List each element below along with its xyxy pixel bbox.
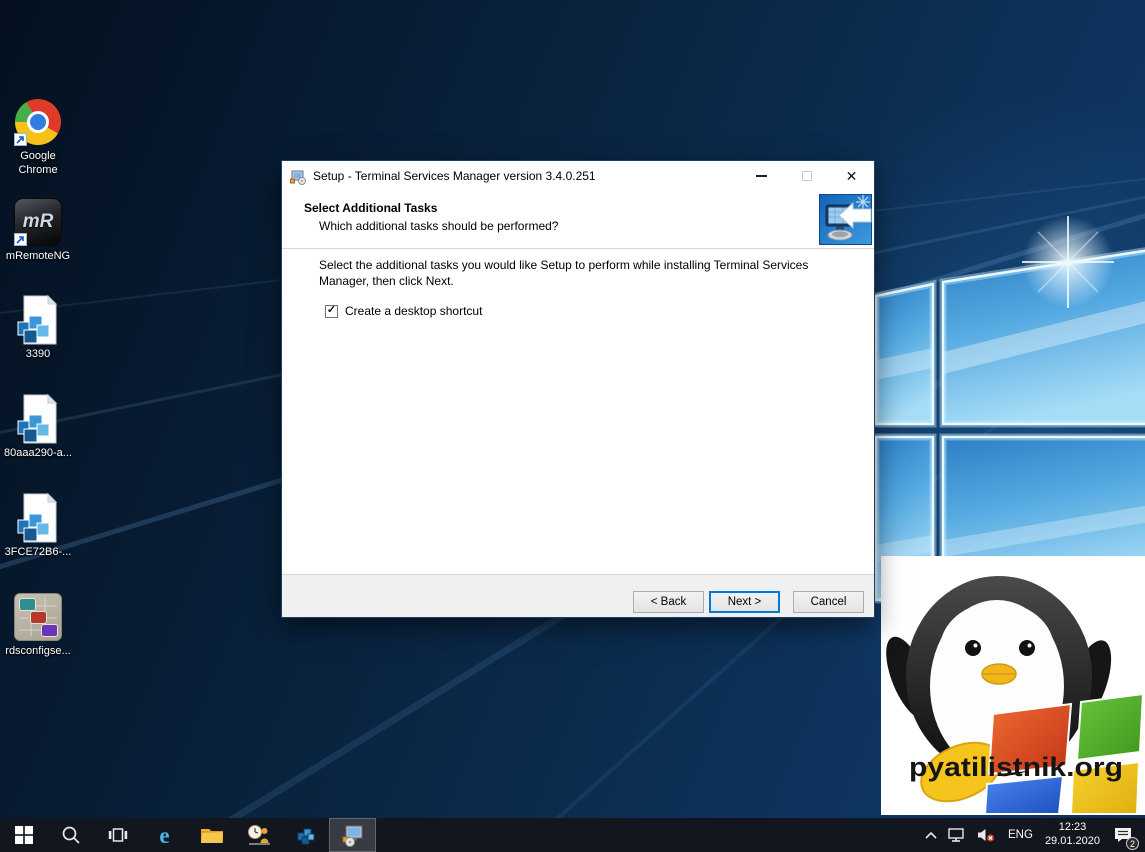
instruction-text: Select the additional tasks you would li… bbox=[319, 257, 837, 289]
windows-logo-icon bbox=[15, 826, 33, 844]
taskbar-item-app-clock[interactable] bbox=[235, 818, 282, 852]
minimize-button[interactable] bbox=[739, 161, 784, 191]
desktop: Google Chrome mR mRemoteNG 3390 bbox=[0, 0, 1145, 852]
setup-wizard-window: Setup - Terminal Services Manager versio… bbox=[281, 160, 875, 618]
network-icon bbox=[947, 827, 967, 843]
desktop-icon-rdsconfig[interactable]: rdsconfigse... bbox=[0, 591, 76, 659]
desktop-icon-label: 80aaa290-a... bbox=[0, 447, 76, 461]
volume-muted-icon bbox=[976, 827, 996, 843]
desktop-icon-google-chrome[interactable]: Google Chrome bbox=[0, 96, 76, 178]
installer-file-icon bbox=[12, 393, 64, 445]
page-title: Select Additional Tasks bbox=[304, 201, 437, 215]
mremoteng-logo-text: mR bbox=[23, 211, 54, 233]
clock-person-icon bbox=[247, 824, 271, 846]
create-desktop-shortcut-option[interactable]: ✓ Create a desktop shortcut bbox=[325, 304, 482, 318]
desktop-icon-label: 3390 bbox=[0, 348, 76, 362]
close-icon: ✕ bbox=[846, 169, 858, 183]
tray-network[interactable] bbox=[947, 818, 967, 852]
tray-chevron-up[interactable] bbox=[924, 818, 938, 852]
checkmark-icon: ✓ bbox=[327, 305, 336, 316]
search-icon bbox=[61, 825, 81, 845]
task-view-button[interactable] bbox=[94, 818, 141, 852]
shortcut-arrow-icon bbox=[14, 233, 27, 246]
wizard-header: Select Additional Tasks Which additional… bbox=[282, 191, 874, 249]
checkbox-icon[interactable]: ✓ bbox=[325, 305, 338, 318]
cancel-button[interactable]: Cancel bbox=[793, 591, 864, 613]
chevron-up-icon bbox=[924, 830, 938, 840]
next-button[interactable]: Next > bbox=[709, 591, 780, 613]
desktop-icon-label: 3FCE72B6-... bbox=[0, 546, 76, 560]
taskbar-item-internet-explorer[interactable]: e bbox=[141, 818, 188, 852]
search-button[interactable] bbox=[47, 818, 94, 852]
task-view-icon bbox=[108, 825, 128, 845]
file-explorer-icon bbox=[200, 825, 224, 845]
checkbox-label: Create a desktop shortcut bbox=[345, 304, 482, 318]
installer-file-icon bbox=[12, 492, 64, 544]
dialog-title: Setup - Terminal Services Manager versio… bbox=[313, 169, 739, 183]
desktop-icon-label: mRemoteNG bbox=[0, 250, 76, 264]
maximize-icon bbox=[802, 171, 812, 181]
shortcut-arrow-icon bbox=[14, 133, 27, 146]
blue-cubes-icon bbox=[295, 824, 317, 846]
close-button[interactable]: ✕ bbox=[829, 161, 874, 191]
tray-action-center[interactable]: 2 bbox=[1109, 818, 1137, 852]
desktop-icon-80aaa290[interactable]: 80aaa290-a... bbox=[0, 393, 76, 461]
tray-language-indicator[interactable]: ENG bbox=[1005, 818, 1036, 852]
setup-installer-icon bbox=[341, 824, 365, 847]
tray-date: 29.01.2020 bbox=[1045, 835, 1100, 849]
chrome-icon bbox=[12, 96, 64, 148]
maximize-button[interactable] bbox=[784, 161, 829, 191]
desktop-icon-3390[interactable]: 3390 bbox=[0, 294, 76, 362]
start-button[interactable] bbox=[0, 818, 47, 852]
internet-explorer-icon: e bbox=[159, 824, 169, 847]
tray-volume-muted[interactable] bbox=[976, 818, 996, 852]
back-button[interactable]: < Back bbox=[633, 591, 704, 613]
taskbar-item-installer-file[interactable] bbox=[282, 818, 329, 852]
wizard-footer: < Back Next > Cancel bbox=[282, 574, 874, 617]
desktop-icon-label: rdsconfigse... bbox=[0, 645, 76, 659]
rdsconfig-icon bbox=[12, 591, 64, 643]
desktop-icon-mremoteng[interactable]: mR mRemoteNG bbox=[0, 196, 76, 264]
mremoteng-icon: mR bbox=[12, 196, 64, 248]
minimize-icon bbox=[756, 175, 767, 177]
tray-time: 12:23 bbox=[1059, 821, 1087, 835]
taskbar: e bbox=[0, 818, 1145, 852]
wizard-body: Select the additional tasks you would li… bbox=[282, 249, 874, 574]
desktop-icon-3fce72b6[interactable]: 3FCE72B6-... bbox=[0, 492, 76, 560]
tray-clock[interactable]: 12:23 29.01.2020 bbox=[1045, 818, 1100, 852]
page-subtitle: Which additional tasks should be perform… bbox=[319, 219, 558, 233]
setup-app-icon bbox=[290, 168, 307, 185]
taskbar-item-file-explorer[interactable] bbox=[188, 818, 235, 852]
taskbar-item-setup-active[interactable] bbox=[329, 818, 376, 852]
terminal-services-manager-icon bbox=[819, 194, 872, 245]
desktop-icon-label: Google Chrome bbox=[0, 150, 76, 178]
pyatilistnik-watermark: pyatilistnik.org bbox=[881, 556, 1145, 815]
dialog-titlebar[interactable]: Setup - Terminal Services Manager versio… bbox=[282, 161, 874, 191]
installer-file-icon bbox=[12, 294, 64, 346]
watermark-text: pyatilistnik.org bbox=[909, 752, 1123, 782]
notification-badge: 2 bbox=[1126, 837, 1139, 850]
